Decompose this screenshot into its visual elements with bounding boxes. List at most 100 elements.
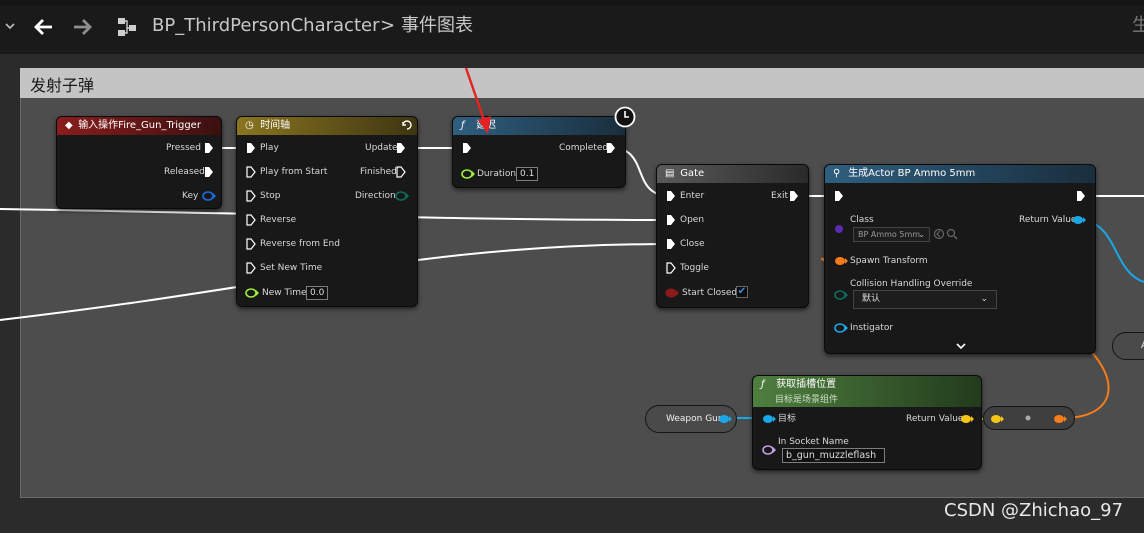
exec-pin-icon[interactable] <box>246 238 256 250</box>
loop-icon <box>402 120 412 130</box>
exec-pin-icon[interactable] <box>606 142 616 154</box>
collision-dropdown-value: 默认 <box>862 294 881 304</box>
collision-dropdown[interactable]: 默认 ⌄ <box>853 290 997 309</box>
exec-pin-icon[interactable] <box>246 214 256 226</box>
vector-pin-icon[interactable] <box>990 414 1004 424</box>
pin-label-direction: Direction <box>355 191 396 201</box>
enum-pin-icon[interactable] <box>834 290 848 300</box>
object-pin-icon[interactable] <box>762 414 776 424</box>
exec-pin-icon[interactable] <box>666 190 676 202</box>
watermark: CSDN @Zhichao_97 <box>944 500 1124 521</box>
pin-label-collision-handling: Collision Handling Override <box>850 279 973 289</box>
latent-clock-icon <box>614 106 636 128</box>
exec-pin-icon[interactable] <box>396 142 406 154</box>
object-pin-icon[interactable] <box>1072 215 1086 225</box>
node-header: ▤ Gate <box>657 165 808 183</box>
node-title: 获取插槽位置 <box>776 379 837 390</box>
pin-label-spawn-transform: Spawn Transform <box>850 256 928 266</box>
pin-label-pressed: Pressed <box>166 143 201 153</box>
pin-label-duration: Duration <box>477 169 517 179</box>
cutoff-node[interactable]: A <box>1112 332 1144 360</box>
input-event-icon: ◆ <box>65 120 73 131</box>
node-title: Gate <box>680 168 705 179</box>
exec-pin-icon[interactable] <box>462 142 472 154</box>
exec-pin-icon[interactable] <box>204 142 214 154</box>
node-title: 输入操作Fire_Gun_Trigger <box>78 120 201 131</box>
vector-pin-icon[interactable] <box>960 414 974 424</box>
name-pin-icon[interactable] <box>762 445 776 455</box>
float-pin-icon[interactable] <box>245 288 259 298</box>
use-selected-asset-icon[interactable] <box>933 228 945 240</box>
exec-pin-icon[interactable] <box>246 166 256 178</box>
spawn-icon: ⚲ <box>833 168 841 179</box>
node-subtitle: 目标是场景组件 <box>775 395 839 405</box>
pin-label-new-time: New Time <box>262 288 307 298</box>
pin-label-exit: Exit <box>771 191 789 201</box>
object-pin-icon[interactable] <box>834 323 848 333</box>
pin-label-toggle: Toggle <box>680 263 709 273</box>
expand-node-chevron-icon[interactable] <box>955 342 967 350</box>
float-pin-icon[interactable] <box>461 169 475 179</box>
transform-pin-icon[interactable] <box>1053 414 1067 424</box>
chevron-down-icon: ⌄ <box>980 294 988 304</box>
clock-icon: ◷ <box>245 120 254 131</box>
pin-label-enter: Enter <box>680 191 705 201</box>
exec-pin-icon[interactable] <box>204 166 214 178</box>
exec-pin-icon[interactable] <box>666 262 676 274</box>
pin-label-released: Released <box>164 167 205 177</box>
pin-label-stop: Stop <box>260 191 281 201</box>
pin-label-reverse-from-end: Reverse from End <box>260 239 340 249</box>
pin-label-play-from-start: Play from Start <box>260 167 328 177</box>
new-time-input[interactable]: 0.0 <box>306 286 328 300</box>
exec-pin-icon[interactable] <box>666 238 676 250</box>
pin-label-target: 目标 <box>778 414 797 424</box>
macro-icon: ▤ <box>665 168 675 179</box>
pin-label-play: Play <box>260 143 279 153</box>
node-title: 时间轴 <box>260 120 291 131</box>
exec-pin-icon[interactable] <box>246 142 256 154</box>
pin-label-instigator: Instigator <box>850 323 894 333</box>
socket-name-input[interactable]: b_gun_muzzleflash <box>782 448 885 463</box>
node-header: ƒ 获取插槽位置 目标是场景组件 <box>753 376 981 407</box>
exec-pin-icon[interactable] <box>1076 190 1086 202</box>
node-title: 生成Actor BP Ammo 5mm <box>848 168 976 179</box>
pin-label-in-socket-name: In Socket Name <box>778 437 849 447</box>
node-header: ⚲ 生成Actor BP Ammo 5mm <box>825 165 1095 183</box>
exec-pin-icon[interactable] <box>789 190 799 202</box>
pin-label-return-value: Return Value <box>1019 215 1077 225</box>
pin-label-reverse: Reverse <box>260 215 297 225</box>
bool-pin-icon[interactable] <box>665 288 679 298</box>
enum-pin-icon[interactable] <box>395 191 409 201</box>
pin-label-completed: Completed <box>559 143 609 153</box>
class-dropdown-value: BP Ammo 5mm <box>858 230 921 239</box>
pin-label-key: Key <box>182 191 199 201</box>
chevron-down-icon: ⌄ <box>918 230 925 239</box>
red-annotation-arrow-icon <box>464 67 491 134</box>
pin-label-return-value: Return Value <box>906 414 964 424</box>
transform-pin-icon[interactable] <box>834 256 848 266</box>
exec-pin-icon[interactable] <box>396 166 406 178</box>
pin-label-close: Close <box>680 239 705 249</box>
exec-pin-icon[interactable] <box>666 214 676 226</box>
function-icon: ƒ <box>761 379 765 390</box>
start-closed-checkbox[interactable]: ✔ <box>736 286 748 298</box>
variable-label: Weapon Gun <box>666 414 724 424</box>
duration-input[interactable]: 0.1 <box>516 167 538 181</box>
node-header: ◷ 时间轴 <box>237 117 417 135</box>
reroute-dot-icon <box>1025 415 1031 421</box>
struct-pin-icon[interactable] <box>202 191 216 201</box>
node-header: ◆ 输入操作Fire_Gun_Trigger <box>57 117 221 135</box>
exec-pin-icon[interactable] <box>834 190 844 202</box>
exec-pin-icon[interactable] <box>246 190 256 202</box>
pin-label-set-new-time: Set New Time <box>260 263 323 273</box>
pin-label-class: Class <box>850 215 874 225</box>
object-pin-icon[interactable] <box>718 414 732 424</box>
exec-pin-icon[interactable] <box>246 262 256 274</box>
class-pin-icon[interactable] <box>834 224 844 234</box>
class-dropdown[interactable]: BP Ammo 5mm ⌄ <box>853 227 930 242</box>
browse-asset-icon[interactable] <box>946 228 958 240</box>
pin-label-open: Open <box>680 215 705 225</box>
pin-label-finished: Finished <box>360 167 397 177</box>
pin-label-start-closed: Start Closed <box>682 288 738 298</box>
pin-label-update: Update <box>365 143 398 153</box>
